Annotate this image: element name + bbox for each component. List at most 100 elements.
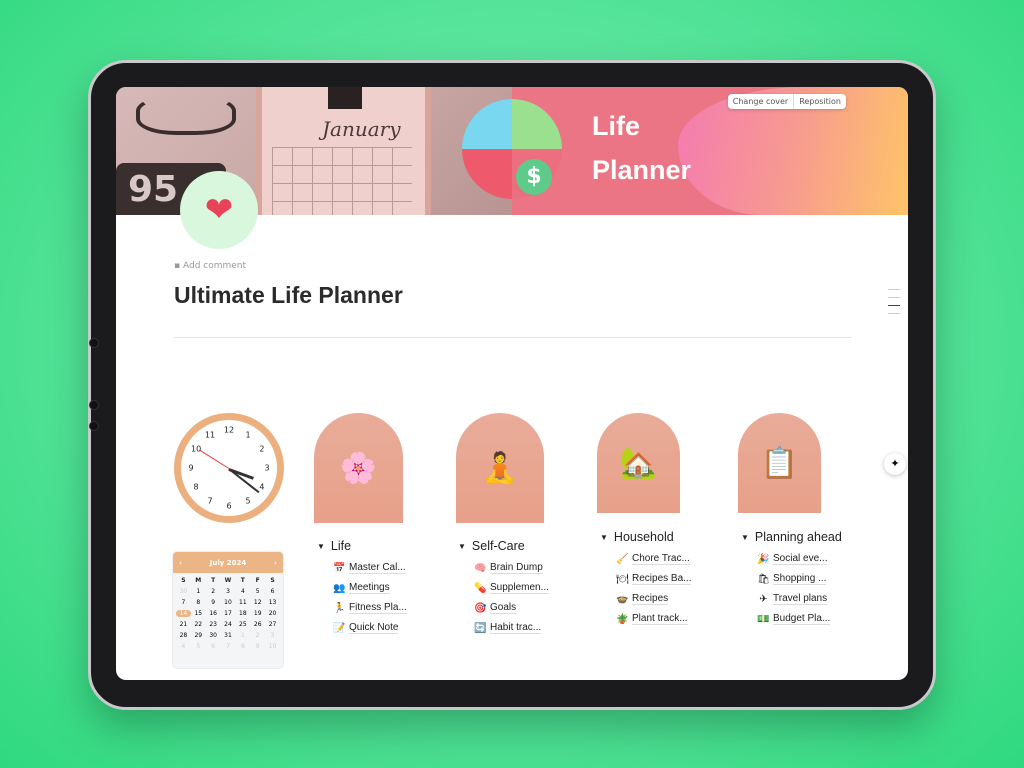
triangle-down-icon[interactable]: ▼	[317, 542, 325, 551]
calendar-day[interactable]: 22	[191, 621, 206, 628]
page-link[interactable]: 🎯 Goals	[474, 598, 549, 618]
calendar-day[interactable]: 28	[176, 632, 191, 639]
clock-number: 12	[223, 425, 235, 435]
page-link[interactable]: 🏃 Fitness Pla...	[333, 598, 407, 618]
calendar-day[interactable]: 18	[235, 610, 250, 617]
calendar-day[interactable]: 5	[250, 588, 265, 595]
camera-dot	[89, 338, 99, 348]
cover-title-line1: Life	[592, 111, 641, 141]
reposition-button[interactable]: Reposition	[793, 94, 846, 109]
calendar-day[interactable]: 25	[235, 621, 250, 628]
section-toggle[interactable]: ▼ Household	[600, 530, 691, 544]
next-month-button[interactable]: ›	[274, 559, 277, 567]
page-emoji-icon: 👥	[333, 582, 346, 594]
triangle-down-icon[interactable]: ▼	[741, 533, 749, 542]
calendar-day[interactable]: 30	[176, 588, 191, 595]
heart-hand-icon[interactable]: ❤	[180, 171, 258, 249]
page-link-label: Social eve...	[773, 553, 828, 565]
calendar-day[interactable]: 3	[221, 588, 236, 595]
calendar-day[interactable]: 27	[265, 621, 280, 628]
page-emoji-icon: 🏃	[333, 602, 346, 614]
page-link-label: Fitness Pla...	[349, 602, 407, 614]
page-link[interactable]: 🧹 Chore Trac...	[616, 549, 691, 569]
calendar-day[interactable]: 2	[250, 632, 265, 639]
add-comment-label: Add comment	[182, 261, 247, 271]
add-comment-button[interactable]: ▪ Add comment	[174, 261, 246, 271]
section-arch-image: 🏡	[597, 413, 680, 513]
calendar-day[interactable]: 4	[176, 643, 191, 650]
page-link-label: Meetings	[349, 582, 390, 594]
calendar-day[interactable]: 20	[265, 610, 280, 617]
calendar-day[interactable]: 3	[265, 632, 280, 639]
page-link[interactable]: ✈ Travel plans	[757, 589, 842, 609]
calendar-day[interactable]: 4	[235, 588, 250, 595]
ai-sparkle-button[interactable]: ✦	[884, 453, 906, 475]
page-link[interactable]: 🧠 Brain Dump	[474, 558, 549, 578]
calendar-day[interactable]: 10	[221, 599, 236, 606]
calendar-day[interactable]: 16	[206, 610, 221, 617]
calendar-day[interactable]: 26	[250, 621, 265, 628]
calendar-day[interactable]: 8	[191, 599, 206, 606]
page-emoji-icon: ✈	[759, 593, 768, 605]
page-link[interactable]: 🎉 Social eve...	[757, 549, 842, 569]
page-link[interactable]: 👥 Meetings	[333, 578, 407, 598]
page-link[interactable]: 🍲 Recipes	[616, 589, 691, 609]
section-toggle[interactable]: ▼ Life	[317, 539, 407, 553]
toggle-section: ▼ Self-Care 🧠 Brain Dump 💊 Supplemen... 🎯 Goals…	[458, 539, 549, 638]
calendar-day[interactable]: 11	[235, 599, 250, 606]
calendar-day[interactable]: 5	[191, 643, 206, 650]
page-title[interactable]: Ultimate Life Planner	[174, 282, 403, 309]
divider	[174, 337, 852, 338]
page-emoji-icon: 🎉	[757, 553, 770, 565]
section-toggle[interactable]: ▼ Self-Care	[458, 539, 549, 553]
calendar-day[interactable]: 17	[221, 610, 236, 617]
calendar-day[interactable]: 15	[191, 610, 206, 617]
prev-month-button[interactable]: ‹	[179, 559, 182, 567]
calendar-day[interactable]: 14	[176, 610, 191, 617]
page-emoji-icon: 📅	[333, 562, 346, 574]
page-link-label: Chore Trac...	[632, 553, 690, 565]
calendar-day[interactable]: 12	[250, 599, 265, 606]
outline-toggle[interactable]	[888, 289, 900, 321]
page-link[interactable]: 🍽 Recipes Ba...	[616, 569, 692, 589]
calendar-day[interactable]: 10	[265, 643, 280, 650]
calendar-day[interactable]: 7	[221, 643, 236, 650]
page-link[interactable]: 📝 Quick Note	[333, 618, 407, 638]
clock-number: 7	[207, 496, 213, 506]
calendar-day[interactable]: 1	[191, 588, 206, 595]
calendar-day[interactable]: 23	[206, 621, 221, 628]
toggle-section: ▼ Life 📅 Master Cal... 👥 Meetings 🏃 Fitness Pla…	[317, 539, 407, 638]
cover-banner: Life Planner	[512, 87, 908, 215]
camera-dot	[89, 421, 99, 431]
calendar-day[interactable]: 29	[191, 632, 206, 639]
change-cover-button[interactable]: Change cover	[728, 94, 793, 109]
calendar-day[interactable]: 6	[206, 643, 221, 650]
calendar-day[interactable]: 9	[206, 599, 221, 606]
calendar-day[interactable]: 7	[176, 599, 191, 606]
page-link[interactable]: 🛍 Shopping ...	[757, 569, 842, 589]
calendar-day[interactable]: 19	[250, 610, 265, 617]
calendar-day[interactable]: 13	[265, 599, 280, 606]
page-link[interactable]: 📅 Master Cal...	[333, 558, 407, 578]
calendar-day[interactable]: 6	[265, 588, 280, 595]
page-link[interactable]: 💊 Supplemen...	[474, 578, 549, 598]
section-title: Planning ahead	[754, 530, 842, 544]
clock-number: 1	[245, 430, 251, 440]
calendar-day[interactable]: 24	[221, 621, 236, 628]
page-link[interactable]: 🪴 Plant track...	[616, 609, 691, 629]
page-link[interactable]: 🔄 Habit trac...	[474, 618, 549, 638]
section-toggle[interactable]: ▼ Planning ahead	[741, 530, 842, 544]
triangle-down-icon[interactable]: ▼	[600, 533, 608, 542]
calendar-day[interactable]: 2	[206, 588, 221, 595]
calendar-day[interactable]: 21	[176, 621, 191, 628]
page-emoji-icon: 💵	[757, 613, 770, 625]
page-link-label: Travel plans	[773, 593, 828, 605]
triangle-down-icon[interactable]: ▼	[458, 542, 466, 551]
calendar-day[interactable]: 8	[235, 643, 250, 650]
calendar-day[interactable]: 30	[206, 632, 221, 639]
page-link[interactable]: 💵 Budget Pla...	[757, 609, 842, 629]
calendar-day[interactable]: 1	[235, 632, 250, 639]
calendar-day[interactable]: 9	[250, 643, 265, 650]
calendar-day[interactable]: 31	[221, 632, 236, 639]
second-hand	[199, 450, 230, 469]
